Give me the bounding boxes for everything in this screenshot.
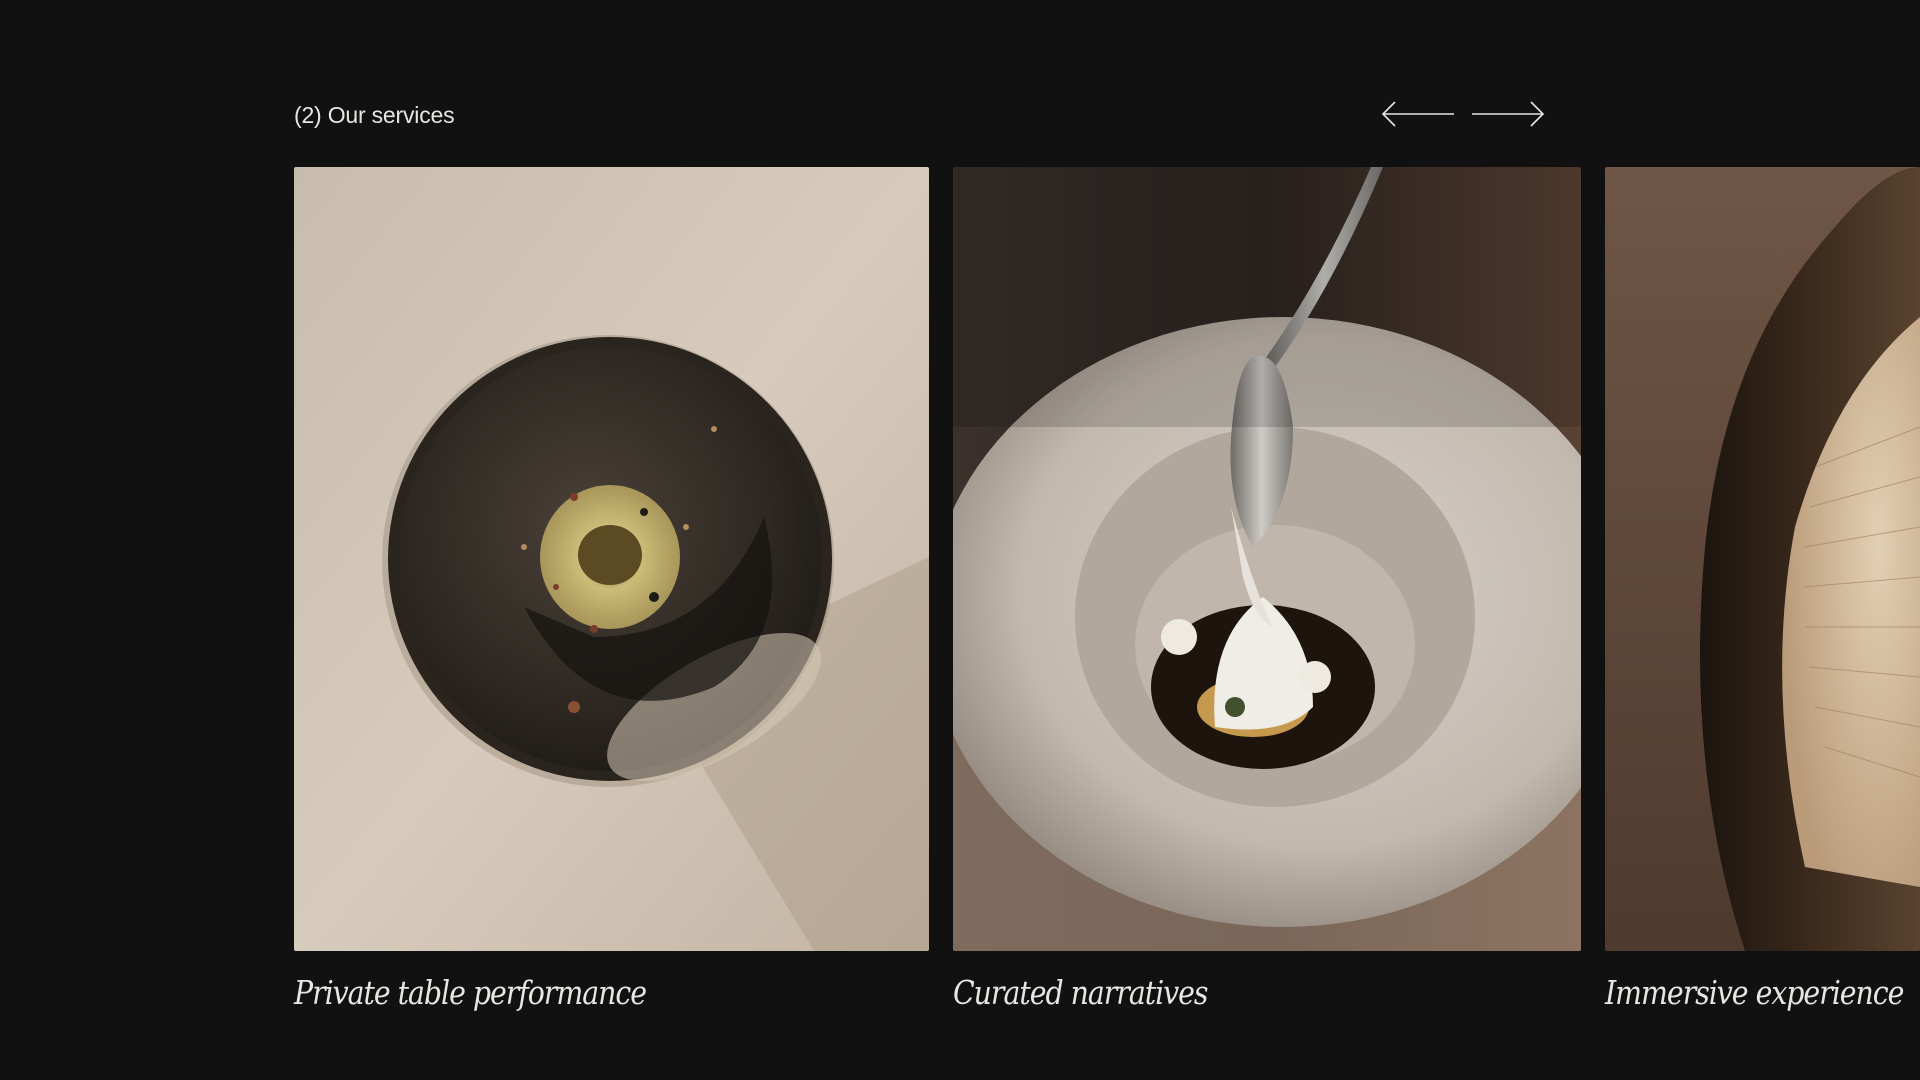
section-title: (2) Our services: [294, 102, 455, 128]
arrow-left-icon[interactable]: [1380, 98, 1456, 130]
arrow-right-icon[interactable]: [1470, 98, 1546, 130]
service-caption: Private table performance: [294, 973, 647, 1012]
service-caption: Curated narratives: [953, 973, 1208, 1012]
service-card-curated-narratives[interactable]: Curated narratives: [953, 167, 1581, 1012]
dark-plate-dessert-photo: [294, 167, 929, 951]
spoon-foam-bowl-photo: [953, 167, 1581, 951]
service-caption: Immersive experience: [1605, 973, 1904, 1012]
services-section: (2) Our services Private table performan…: [0, 0, 1920, 1080]
mushroom-closeup-photo: [1605, 167, 1920, 951]
service-card-immersive-experience[interactable]: Immersive experience: [1605, 167, 1920, 1012]
service-card-private-table[interactable]: Private table performance: [294, 167, 929, 1012]
